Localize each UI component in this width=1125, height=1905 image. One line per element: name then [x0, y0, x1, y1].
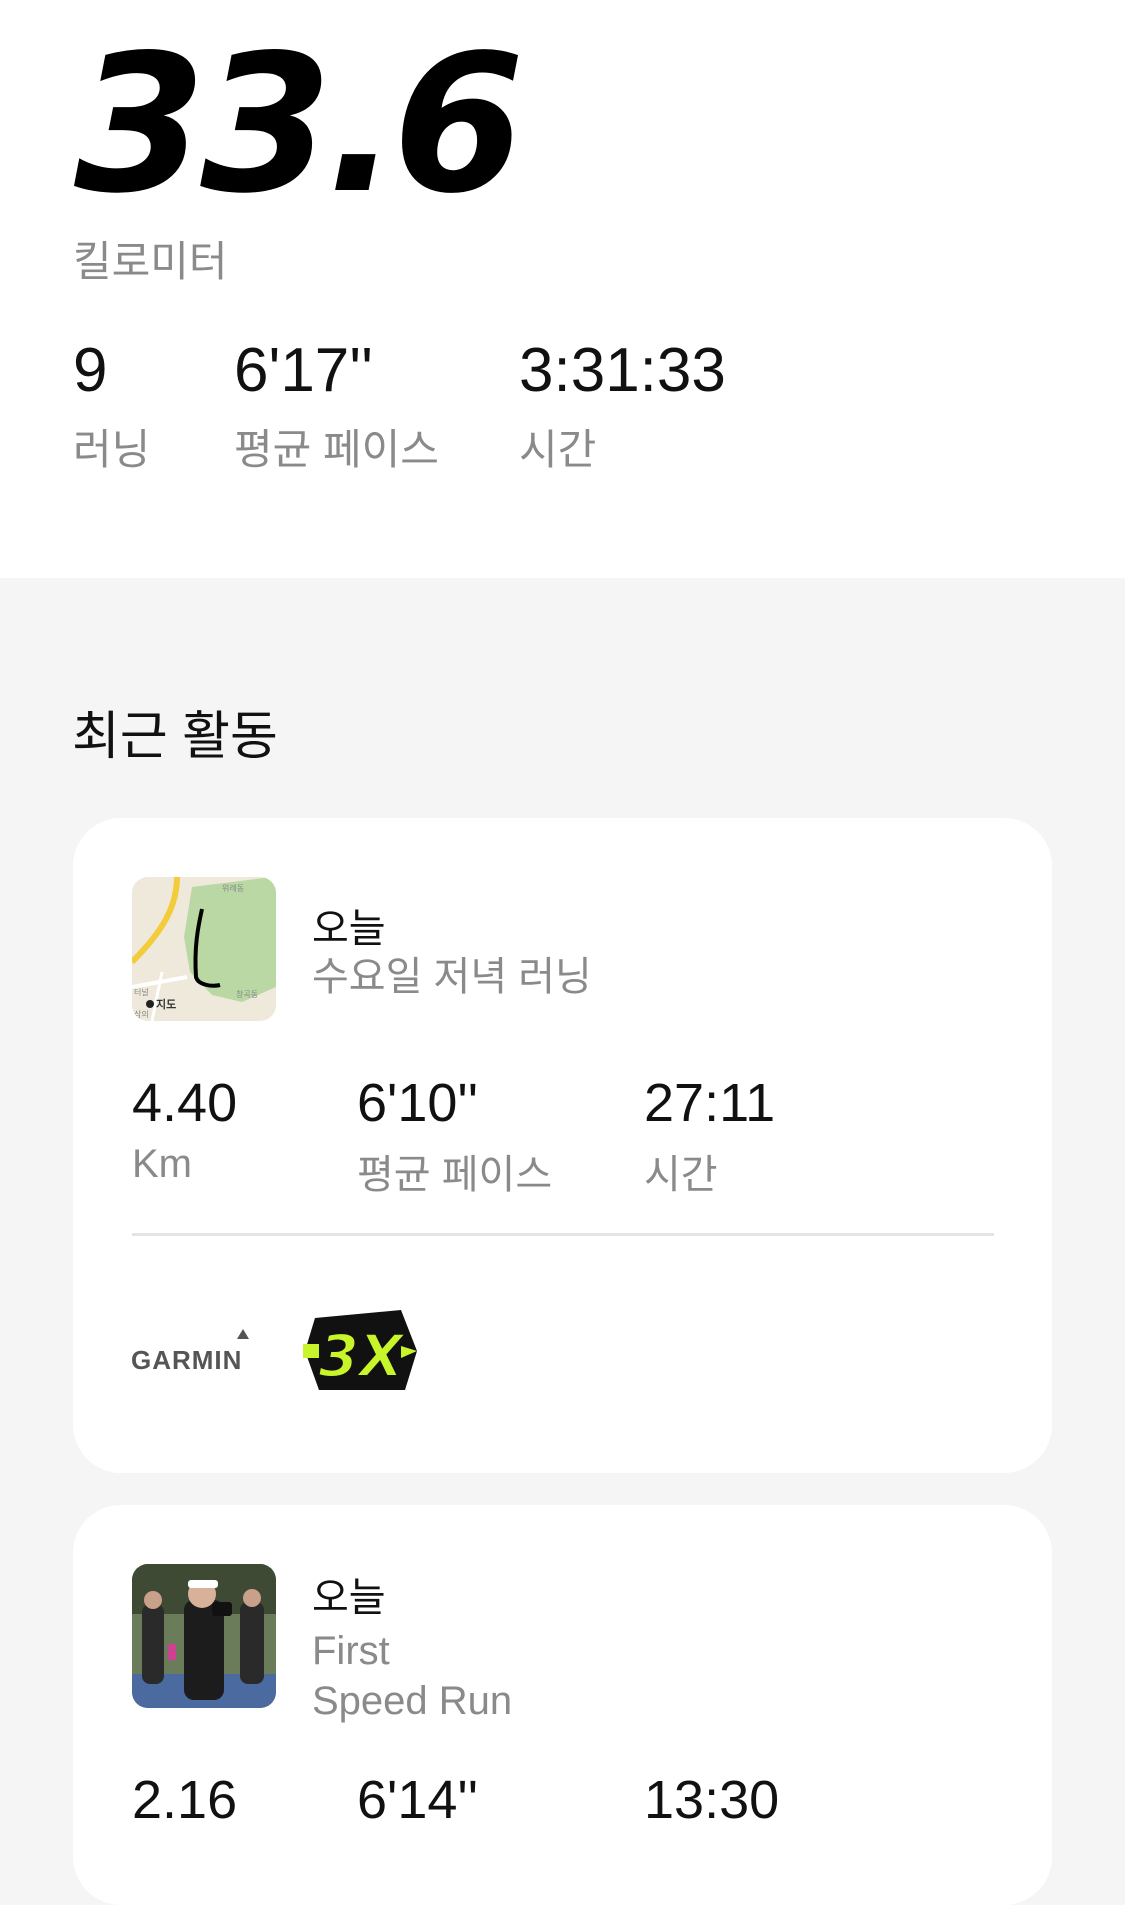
route-map-thumbnail: 위례동 창곡동 터널 삼의 지도 [132, 877, 276, 1021]
activity-time-stat: 27:11 시간 [644, 1076, 775, 1200]
activity-date: 오늘 [312, 1576, 386, 1620]
total-time-value: 3:31:33 [519, 336, 726, 405]
summary-panel: 33.6 킬로미터 9 러닝 6'17'' 평균 페이스 3:31:33 시간 [0, 0, 1125, 578]
activity-distance-stat: 4.40 Km [132, 1076, 237, 1187]
activity-time-label: 시간 [644, 1153, 718, 1197]
activity-date: 오늘 [312, 907, 386, 951]
activity-pace-stat: 6'10'' 평균 페이스 [357, 1076, 552, 1200]
maps-logo-text: 지도 [156, 997, 176, 1011]
garmin-logo-text: GARMIN [131, 1345, 242, 1375]
activity-time-value: 13:30 [644, 1770, 780, 1830]
runs-stat: 9 러닝 [73, 340, 150, 477]
map-label-right: 창곡동 [236, 990, 258, 999]
badge-text: 3X [318, 1322, 406, 1390]
total-distance-unit: 킬로미터 [73, 238, 228, 285]
apple-icon [146, 1000, 154, 1008]
activity-time-value: 27:11 [644, 1073, 776, 1133]
3x-achievement-badge-icon[interactable]: 3X [301, 1306, 421, 1396]
guided-run-thumbnail [132, 1564, 276, 1708]
recent-activity-title: 최근 활동 [72, 708, 278, 766]
map-label-left2: 삼의 [134, 1009, 149, 1019]
activity-title: 수요일 저녁 러닝 [312, 955, 592, 999]
activity-card[interactable]: 오늘 First Speed Run 2.16 6'14'' 13:30 [73, 1505, 1052, 1905]
activity-title-line1: First [312, 1629, 390, 1673]
garmin-logo: GARMIN [131, 1329, 249, 1375]
activity-card[interactable]: 위례동 창곡동 터널 삼의 지도 오늘 수요일 저녁 러닝 4.40 Km 6'… [73, 818, 1052, 1473]
runs-label: 러닝 [73, 426, 151, 473]
avg-pace-value: 6'17'' [234, 336, 373, 405]
activity-pace-label: 평균 페이스 [357, 1153, 553, 1197]
activity-pace-value: 6'10'' [357, 1073, 479, 1133]
runs-count: 9 [73, 336, 108, 405]
total-time-label: 시간 [519, 426, 597, 473]
activity-distance-unit: Km [132, 1142, 192, 1186]
activity-distance-stat: 2.16 [132, 1773, 237, 1827]
avg-pace-stat: 6'17'' 평균 페이스 [234, 340, 439, 477]
activity-distance-value: 4.40 [132, 1073, 238, 1133]
activity-title-line2: Speed Run [312, 1679, 513, 1723]
activity-time-stat: 13:30 [644, 1773, 779, 1827]
map-label-left: 터널 [134, 988, 149, 997]
total-distance-value: 33.6 [74, 14, 525, 235]
card-divider [132, 1233, 994, 1236]
total-time-stat: 3:31:33 시간 [519, 340, 726, 477]
activity-pace-value: 6'14'' [357, 1770, 479, 1830]
activity-pace-stat: 6'14'' [357, 1773, 478, 1827]
map-label-top: 위례동 [222, 883, 244, 893]
activity-distance-value: 2.16 [132, 1770, 238, 1830]
avg-pace-label: 평균 페이스 [234, 426, 439, 473]
